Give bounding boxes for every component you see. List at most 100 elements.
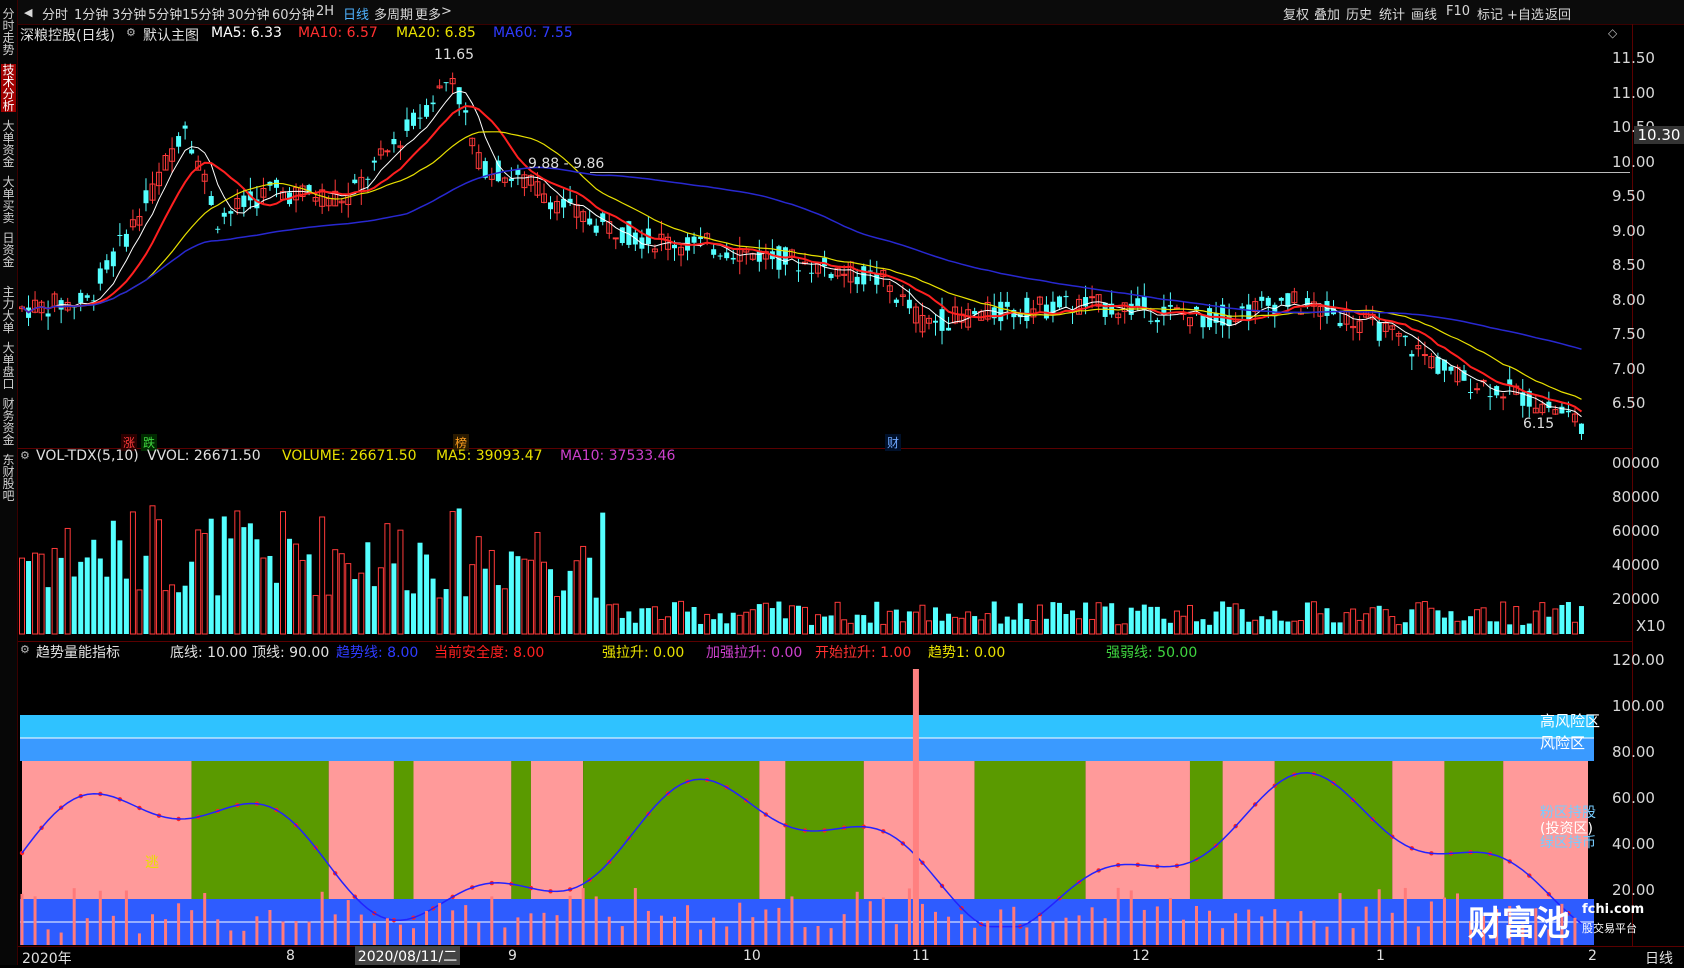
settings-icon[interactable]: ⚙ xyxy=(20,643,30,656)
volume-bar xyxy=(1076,618,1083,635)
energy-bar xyxy=(281,921,285,945)
strong-up-legend: 强拉升: 0.00 xyxy=(602,645,685,661)
energy-bar xyxy=(451,910,455,945)
energy-bar xyxy=(33,896,37,945)
volume-bar xyxy=(1500,601,1507,635)
volume-bar xyxy=(391,563,397,634)
volume-bar xyxy=(358,572,365,635)
volume-tick: 20000 xyxy=(1612,590,1660,608)
volume-bar xyxy=(1297,620,1304,635)
energy-bar xyxy=(46,929,50,945)
energy-bar xyxy=(190,910,194,945)
volume-bar xyxy=(1571,621,1578,635)
energy-bar xyxy=(816,925,820,945)
chart-canvas[interactable] xyxy=(0,0,1684,965)
volume-bar xyxy=(1089,618,1096,635)
volume-bar xyxy=(1402,622,1408,634)
volume-bar xyxy=(260,557,267,635)
candle-body xyxy=(208,196,214,205)
diamond-icon[interactable]: ◇ xyxy=(1608,26,1617,40)
volume-bar xyxy=(998,623,1004,634)
volume-bar xyxy=(651,606,658,635)
volume-bar xyxy=(736,614,743,635)
volume-bar xyxy=(1474,609,1481,635)
indicator-title[interactable]: 趋势量能指标 xyxy=(36,642,120,662)
volume-bar xyxy=(782,618,788,634)
period-button[interactable]: 日线 xyxy=(1645,948,1673,968)
candle-body xyxy=(711,249,717,255)
volume-bar xyxy=(730,612,736,634)
energy-bar xyxy=(1181,919,1185,945)
volume-bar xyxy=(912,611,919,635)
candle-body xyxy=(730,257,736,260)
date-tick: 11 xyxy=(912,948,930,964)
volume-bar xyxy=(436,597,443,635)
volume-bar xyxy=(1337,622,1343,634)
candle-body xyxy=(463,110,469,113)
volume-bar xyxy=(919,604,926,635)
energy-bar xyxy=(307,921,311,945)
volume-bar xyxy=(1050,602,1056,634)
zone-band xyxy=(1392,761,1445,899)
volume-bar xyxy=(1532,610,1539,635)
volume-bar xyxy=(430,578,436,634)
price-tick: 9.00 xyxy=(1612,222,1646,240)
energy-bar xyxy=(960,914,964,945)
volume-bar xyxy=(867,622,873,634)
top-line-legend: 顶线: 90.00 xyxy=(252,645,330,661)
vol-ma10-legend: MA10: 37533.46 xyxy=(560,448,676,464)
volume-bar xyxy=(1043,618,1049,634)
candle-body xyxy=(45,313,51,317)
energy-bar xyxy=(164,919,168,945)
price-tick: 11.50 xyxy=(1612,49,1655,67)
energy-bar xyxy=(607,916,611,945)
candle-body xyxy=(1239,306,1245,309)
volume-bar xyxy=(1030,620,1037,635)
date-tick: 10 xyxy=(743,948,761,964)
energy-bar xyxy=(947,916,951,945)
volume-bar xyxy=(195,529,202,635)
volume-bar xyxy=(1194,621,1199,634)
energy-bar xyxy=(881,897,885,945)
volume-bar xyxy=(1494,621,1500,634)
volume-bar xyxy=(704,613,711,635)
price-tick: 6.50 xyxy=(1612,394,1646,412)
energy-bar xyxy=(1155,906,1159,945)
settings-icon[interactable]: ⚙ xyxy=(20,449,30,462)
zone-risk-label: 风险区 xyxy=(1540,734,1586,752)
volume-bar xyxy=(1448,611,1454,634)
volume-bar xyxy=(554,595,561,635)
candle-body xyxy=(724,252,730,259)
energy-bar xyxy=(620,926,624,945)
energy-bar xyxy=(242,930,246,945)
main-chart-name[interactable]: 默认主图 xyxy=(143,25,199,45)
volume-bar xyxy=(449,511,456,635)
volume-bar xyxy=(384,523,391,635)
volume-bar xyxy=(1369,607,1376,635)
volume-bar xyxy=(1278,620,1284,634)
escape-label: 逃 xyxy=(145,855,159,871)
ma5-legend: MA5: 6.33 xyxy=(211,25,282,41)
volume-bar xyxy=(854,614,860,634)
energy-bar xyxy=(581,888,585,945)
energy-bar xyxy=(1260,916,1264,945)
energy-bar xyxy=(1390,912,1394,945)
indicator-tick: 120.00 xyxy=(1612,651,1665,669)
energy-bar xyxy=(268,909,272,945)
volume-bar xyxy=(293,543,300,635)
energy-bar xyxy=(1364,906,1368,945)
candle-body xyxy=(424,105,430,117)
candle-body xyxy=(906,299,912,309)
price-tick: 10.00 xyxy=(1612,153,1655,171)
high-risk-band xyxy=(20,715,1594,738)
settings-icon[interactable]: ⚙ xyxy=(126,26,136,39)
volume-bar xyxy=(1167,622,1173,634)
energy-bar xyxy=(790,896,794,945)
candle-body xyxy=(998,301,1004,322)
volume-title[interactable]: VOL-TDX(5,10) xyxy=(36,448,139,464)
hline-label: 9.88 - 9.86 xyxy=(528,156,605,172)
energy-bar xyxy=(633,888,637,945)
badge-finance[interactable]: 财 xyxy=(885,434,902,451)
volume-bar xyxy=(1161,618,1167,634)
indicator-tick: 100.00 xyxy=(1612,697,1665,715)
